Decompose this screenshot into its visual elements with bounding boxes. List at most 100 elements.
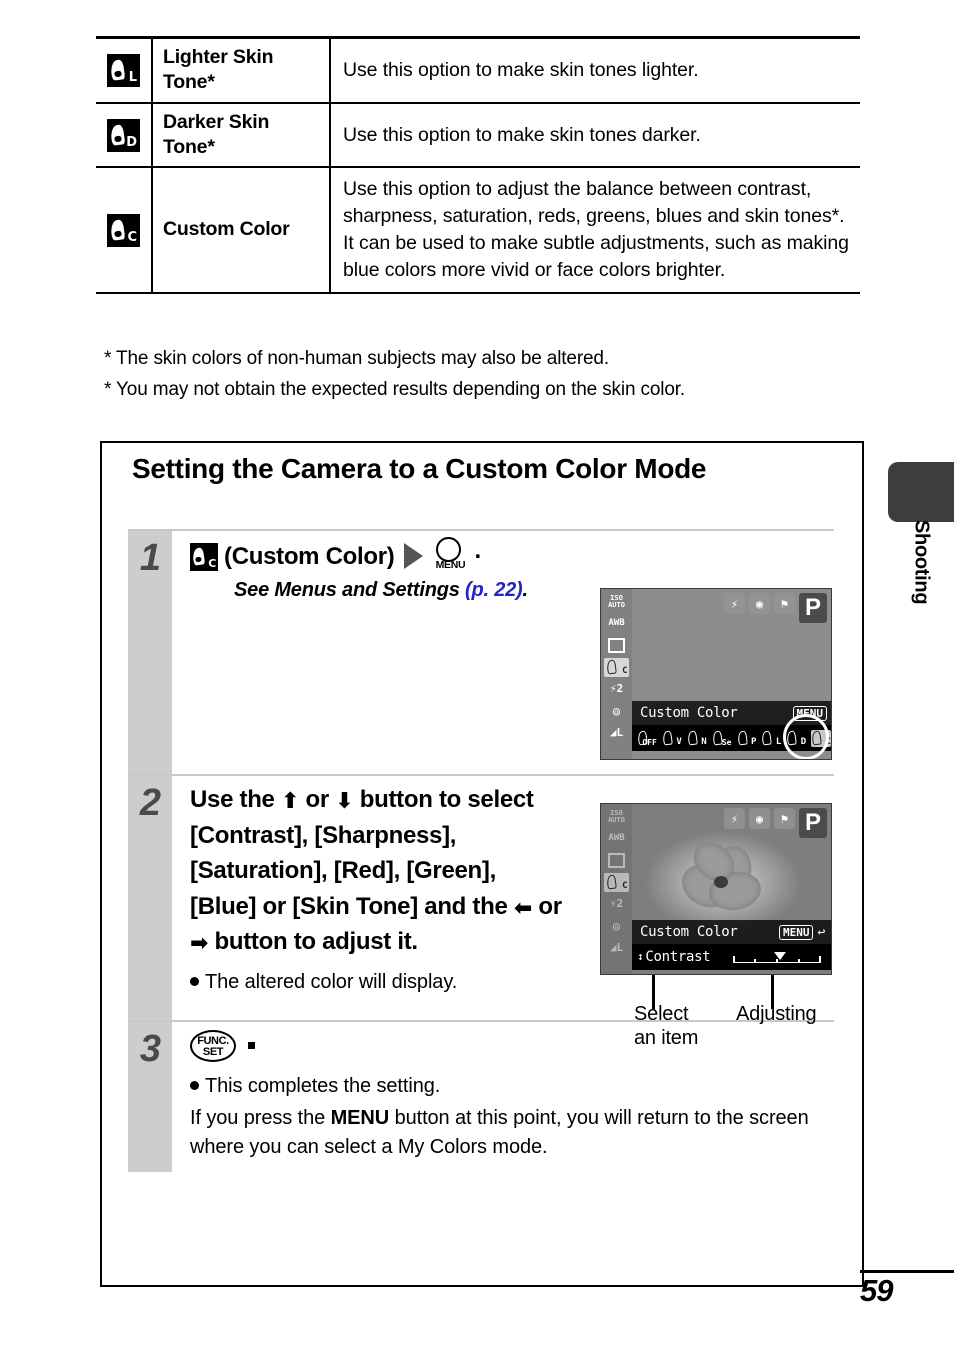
option-lighter-skin-icon[interactable]: L: [761, 729, 781, 747]
footnotes: * The skin colors of non-human subjects …: [104, 344, 904, 406]
option-darker-skin-icon[interactable]: D: [786, 729, 806, 747]
table-row: D Darker Skin Tone* Use this option to m…: [96, 102, 860, 169]
option-vivid-icon[interactable]: V: [661, 729, 682, 747]
macro-mode-icon: ⚑: [774, 808, 795, 829]
return-arrow-icon: ↩: [817, 924, 825, 940]
footnote-2: * You may not obtain the expected result…: [104, 378, 686, 400]
step-1-label: (Custom Color): [224, 543, 395, 570]
iso-auto-icon: ISO AUTO: [608, 593, 625, 609]
lcd-status-icons: ⚡ ◉ ⚑ P: [724, 808, 827, 838]
bullet-icon: [190, 976, 199, 986]
table-cell-icon: D: [96, 102, 153, 169]
macro-mode-icon: ⚑: [774, 593, 795, 614]
iso-auto-icon: ISO AUTO: [608, 808, 625, 824]
func-set-button-icon: FUNC. SET: [190, 1029, 238, 1064]
step-number: 1: [128, 531, 172, 774]
step-2-text-part-1: Use the: [190, 786, 281, 813]
metering-icon: ◎: [612, 918, 621, 933]
step-3: 3 FUNC. SET This completes the setting. …: [128, 1019, 834, 1172]
my-colors-options-table: L Lighter Skin Tone* Use this option to …: [96, 35, 860, 294]
menu-button-icon: MENU: [433, 537, 467, 571]
lcd-options-row: OFF V N Se P L D C: [632, 725, 831, 751]
lcd-menu-title: Custom Color: [640, 924, 738, 940]
flash-off-icon: ⚡: [724, 808, 745, 829]
step-1-period: .: [474, 537, 481, 564]
menu-keyword: MENU: [330, 1106, 390, 1129]
custom-color-icon: C: [107, 213, 140, 247]
arrow-up-icon: ⬆: [280, 788, 300, 813]
lcd-adjust-item-label: Contrast: [645, 949, 711, 965]
page-number: 59: [860, 1273, 893, 1308]
step-body: FUNC. SET This completes the setting. If…: [172, 1022, 834, 1172]
my-colors-custom-icon[interactable]: C: [604, 658, 629, 677]
slider-pointer-icon: [774, 952, 786, 960]
reference-text: See Menus and Settings: [234, 579, 466, 601]
metering-mode-icon: ◉: [749, 593, 770, 614]
option-positive-film-icon[interactable]: P: [736, 729, 756, 747]
camera-lcd-contrast-adjust: ISO AUTO AWB C ⚡2 ◎ ◢L ⚡ ◉ ⚑ P Custom Col…: [600, 803, 832, 975]
shooting-mode-badge: P: [799, 808, 827, 838]
shooting-mode-badge: P: [799, 593, 827, 623]
table-cell-name: Lighter Skin Tone*: [152, 35, 331, 104]
arrow-right-icon: [404, 543, 424, 569]
option-custom-color-icon[interactable]: C: [811, 729, 831, 747]
lcd-status-icons: ⚡ ◉ ⚑ P: [724, 593, 827, 623]
section-tab-marker: [888, 462, 954, 522]
table-cell-icon: C: [96, 167, 153, 294]
lcd-function-menu: ISO AUTO AWB C ⚡2 ◎ ◢L: [601, 589, 632, 759]
option-neutral-icon[interactable]: N: [686, 729, 707, 747]
my-colors-custom-icon[interactable]: C: [604, 873, 629, 892]
table-cell-description: Use this option to make skin tones darke…: [330, 102, 860, 169]
table-cell-icon: L: [96, 35, 153, 104]
step-2-text-part-4: or: [532, 892, 562, 920]
section-tab-label: Shooting: [910, 520, 933, 605]
image-quality-icon: ◢L: [609, 941, 624, 955]
table-cell-description: Use this option to make skin tones light…: [330, 35, 860, 104]
table-cell-description: Use this option to adjust the balance be…: [330, 167, 860, 294]
callout-select-an-item: Select an item: [634, 1003, 699, 1050]
callout-adjusting: Adjusting: [736, 1003, 817, 1025]
bullet-icon: [190, 1080, 199, 1090]
page-reference-link[interactable]: (p. 22): [465, 579, 523, 601]
lcd-function-menu: ISO AUTO AWB C ⚡2 ◎ ◢L: [601, 804, 632, 974]
lcd-menu-title-bar: Custom Color MENU ↩: [632, 920, 831, 944]
footnote-1: * The skin colors of non-human subjects …: [104, 348, 609, 369]
white-balance-icon: AWB: [608, 618, 625, 629]
white-balance-icon: AWB: [608, 833, 625, 844]
lcd-menu-title-bar: Custom Color MENU: [632, 701, 831, 725]
step-2-instruction: Use the ⬆ or ⬇ button to select [Contras…: [190, 782, 568, 960]
image-quality-icon: ◢L: [609, 726, 624, 740]
flash-exposure-icon: ⚡2: [609, 897, 624, 911]
menu-tag: MENU: [778, 924, 814, 940]
camera-lcd-custom-color-select: ISO AUTO AWB C ⚡2 ◎ ◢L ⚡ ◉ ⚑ P Custom Col…: [600, 588, 832, 760]
lighter-skin-tone-icon: L: [107, 53, 140, 87]
step-3-note: This completes the setting.: [190, 1072, 834, 1100]
option-off-icon[interactable]: OFF: [637, 729, 657, 747]
step-3-instruction: FUNC. SET: [190, 1028, 834, 1064]
table-row: L Lighter Skin Tone* Use this option to …: [96, 35, 860, 104]
menu-tag: MENU: [792, 705, 827, 721]
step-2-text-part-5: button to adjust it.: [208, 928, 419, 956]
table-row: C Custom Color Use this option to adjust…: [96, 167, 860, 294]
arrow-left-icon: ⬅: [513, 894, 533, 920]
lcd-adjust-row: ↕ Contrast: [632, 944, 831, 970]
step-3-para-part-1: If you press the: [190, 1106, 331, 1129]
manual-page: L Lighter Skin Tone* Use this option to …: [0, 0, 954, 1345]
metering-mode-icon: ◉: [749, 808, 770, 829]
flash-off-icon: ⚡: [724, 593, 745, 614]
metering-icon: ◎: [612, 703, 621, 718]
step-1-instruction: C (Custom Color) MENU .: [190, 537, 834, 571]
step-3-note-text: This completes the setting.: [205, 1074, 441, 1097]
step-2-note-text: The altered color will display.: [205, 970, 458, 993]
custom-color-icon: C: [190, 543, 218, 571]
contrast-slider[interactable]: [733, 947, 821, 967]
option-sepia-icon[interactable]: Se: [711, 729, 732, 747]
table-cell-name: Darker Skin Tone*: [152, 102, 331, 169]
lcd-menu-title: Custom Color: [640, 705, 738, 721]
step-number: 2: [128, 776, 172, 1020]
darker-skin-tone-icon: D: [107, 118, 140, 152]
drive-mode-single-icon: [604, 851, 629, 870]
flash-exposure-icon: ⚡2: [609, 682, 624, 696]
drive-mode-single-icon: [604, 636, 629, 655]
step-3-paragraph: If you press the MENU button at this poi…: [190, 1104, 834, 1162]
